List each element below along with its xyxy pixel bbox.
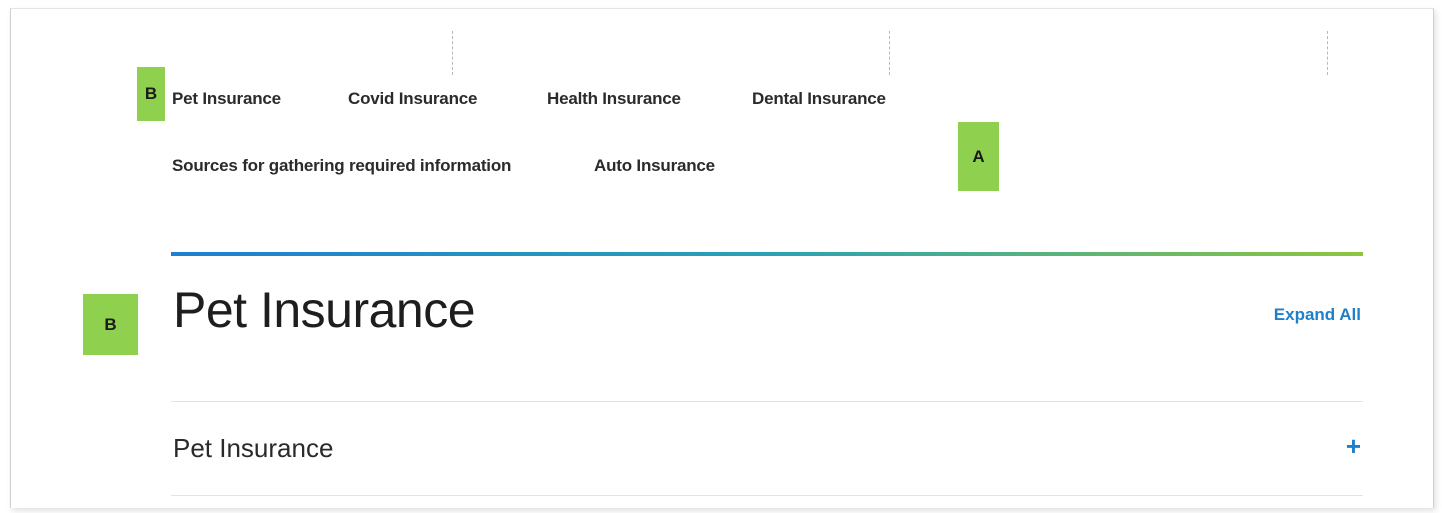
- marker-b-nav: B: [137, 67, 165, 121]
- nav-link-sources-info[interactable]: Sources for gathering required informati…: [172, 156, 511, 176]
- page-frame: B Pet Insurance Covid Insurance Health I…: [10, 8, 1434, 508]
- marker-a: A: [958, 122, 999, 191]
- nav-link-auto-insurance[interactable]: Auto Insurance: [594, 156, 715, 176]
- expand-all-link[interactable]: Expand All: [1274, 305, 1361, 325]
- accordion-divider: [171, 401, 1363, 402]
- accordion-divider: [171, 495, 1363, 496]
- tick-divider: [889, 31, 890, 75]
- nav-link-covid-insurance[interactable]: Covid Insurance: [348, 89, 477, 109]
- nav-link-dental-insurance[interactable]: Dental Insurance: [752, 89, 886, 109]
- plus-icon[interactable]: +: [1346, 431, 1361, 462]
- accordion-label: Pet Insurance: [173, 433, 334, 463]
- page-title: Pet Insurance: [173, 282, 476, 338]
- nav-link-health-insurance[interactable]: Health Insurance: [547, 89, 681, 109]
- tick-divider: [1327, 31, 1328, 75]
- tick-divider: [452, 31, 453, 75]
- section-divider: [171, 252, 1363, 256]
- marker-b-title: B: [83, 294, 138, 355]
- nav-link-pet-insurance[interactable]: Pet Insurance: [172, 89, 281, 109]
